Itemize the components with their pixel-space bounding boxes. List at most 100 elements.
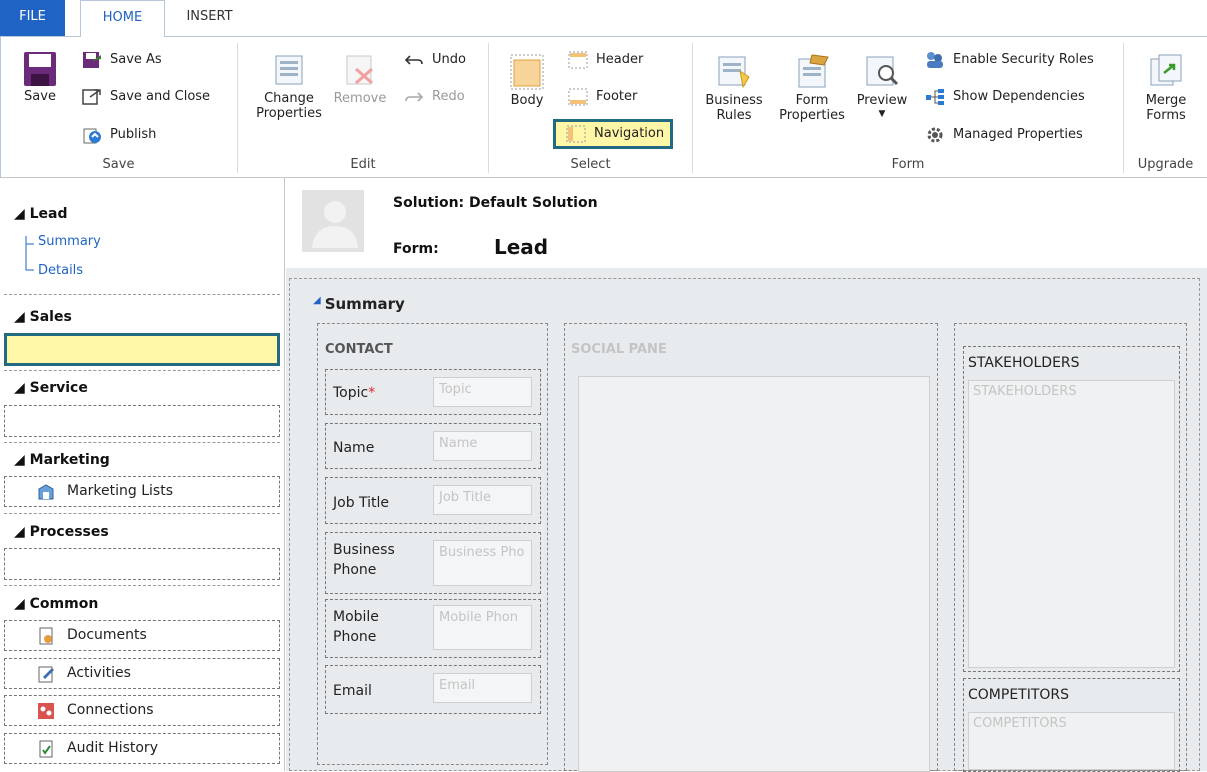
form-navigation-pane: ◢ Lead Summary Details ◢ Sales ◢ Service… (0, 178, 285, 771)
nav-drop-slot-service[interactable] (4, 405, 280, 437)
field-mobile-phone[interactable]: Mobile Phone Mobile Phon (325, 599, 541, 658)
topic-input[interactable]: Topic (433, 377, 532, 407)
remove-button[interactable]: Remove (330, 53, 390, 106)
field-topic[interactable]: Topic* Topic (325, 369, 541, 415)
business-rules-icon (718, 56, 750, 89)
marketing-lists-icon (38, 484, 54, 500)
merge-forms-button[interactable]: Merge Forms (1132, 53, 1200, 123)
tree-connector-icon (25, 236, 34, 271)
save-as-button[interactable]: Save As (82, 48, 162, 72)
nav-group-lead[interactable]: ◢ Lead (14, 206, 68, 222)
field-name[interactable]: Name Name (325, 423, 541, 469)
save-and-close-button[interactable]: Save and Close (82, 85, 210, 109)
section-social-pane[interactable]: SOCIAL PANE (564, 323, 938, 772)
job-title-input[interactable]: Job Title (433, 485, 532, 515)
change-properties-icon (275, 55, 303, 85)
edit-group-label: Edit (350, 157, 376, 172)
redo-icon (405, 92, 424, 102)
tab-file[interactable]: FILE (0, 0, 65, 36)
connections-icon (38, 703, 54, 719)
nav-drop-slot-highlighted[interactable] (4, 333, 280, 366)
footer-icon (568, 88, 588, 106)
nav-item-connections[interactable]: Connections (4, 695, 280, 726)
section-title-contact: CONTACT (325, 342, 393, 357)
section-right-column[interactable]: STAKEHOLDERS STAKEHOLDERS COMPETITORS CO… (954, 323, 1187, 772)
preview-icon (866, 56, 899, 86)
required-asterisk: * (368, 385, 376, 401)
form-header-area: Solution: Default Solution Form: Lead (286, 178, 1207, 268)
social-pane-control[interactable] (578, 376, 930, 772)
nav-group-common[interactable]: ◢ Common (14, 596, 98, 612)
nav-link-summary[interactable]: Summary (38, 234, 101, 249)
preview-button[interactable]: Preview ▼ (852, 53, 912, 120)
redo-button[interactable]: Redo (404, 85, 465, 109)
field-business-phone[interactable]: Business Phone Business Pho (325, 532, 541, 594)
tab-title-summary[interactable]: ◢ Summary (313, 295, 405, 313)
header-icon (568, 51, 588, 69)
show-dependencies-button[interactable]: Show Dependencies (925, 85, 1085, 109)
undo-icon (404, 55, 423, 65)
navigation-icon (566, 125, 586, 143)
nav-group-sales[interactable]: ◢ Sales (14, 309, 72, 325)
save-group-label: Save (102, 157, 135, 172)
preview-dropdown-icon: ▼ (878, 109, 886, 119)
save-and-close-icon (82, 89, 101, 105)
avatar (302, 190, 364, 252)
footer-button[interactable]: Footer (568, 85, 637, 109)
save-icon (24, 52, 56, 86)
change-properties-button[interactable]: Change Properties (254, 53, 324, 121)
documents-icon (39, 627, 53, 645)
nav-item-documents[interactable]: Documents (4, 620, 280, 651)
form-editor-canvas: Solution: Default Solution Form: Lead ◢ S… (286, 178, 1207, 772)
section-contact[interactable]: CONTACT Topic* Topic Name Name Job Title… (317, 323, 548, 765)
tab-insert[interactable]: INSERT (172, 0, 247, 36)
remove-icon (346, 55, 373, 85)
merge-forms-icon (1150, 54, 1182, 86)
nav-group-processes[interactable]: ◢ Processes (14, 524, 109, 540)
nav-group-marketing[interactable]: ◢ Marketing (14, 452, 110, 468)
form-name: Lead (494, 235, 549, 259)
tab-home[interactable]: HOME (80, 0, 165, 37)
field-email[interactable]: Email Email (325, 665, 541, 714)
managed-properties-button[interactable]: Managed Properties (925, 123, 1083, 147)
field-job-title[interactable]: Job Title Job Title (325, 477, 541, 524)
select-group-label: Select (570, 157, 611, 172)
show-dependencies-icon (926, 89, 944, 105)
nav-item-marketing-lists[interactable]: Marketing Lists (4, 476, 280, 507)
email-input[interactable]: Email (433, 673, 532, 703)
business-rules-button[interactable]: Business Rules (699, 53, 769, 123)
ribbon-tab-bar: FILE HOME INSERT (0, 0, 1207, 37)
ribbon: Save Save As Save and Close Publish Save… (0, 36, 1207, 178)
person-placeholder-icon (302, 190, 364, 252)
stakeholders-grid[interactable]: STAKEHOLDERS (968, 380, 1175, 668)
nav-drop-slot-processes[interactable] (4, 548, 280, 580)
subgrid-competitors[interactable]: COMPETITORS COMPETITORS (963, 678, 1180, 772)
name-input[interactable]: Name (433, 431, 532, 461)
upgrade-group-label: Upgrade (1137, 157, 1194, 172)
form-properties-button[interactable]: Form Properties (774, 53, 850, 123)
subgrid-stakeholders[interactable]: STAKEHOLDERS STAKEHOLDERS (963, 346, 1180, 672)
collapse-caret-icon: ◢ (313, 295, 321, 306)
competitors-grid[interactable]: COMPETITORS (968, 712, 1175, 770)
nav-link-details[interactable]: Details (38, 263, 83, 278)
business-phone-input[interactable]: Business Pho (433, 540, 532, 586)
navigation-button[interactable]: Navigation (552, 119, 674, 149)
save-button[interactable]: Save (14, 51, 66, 104)
section-title-social-pane: SOCIAL PANE (571, 342, 667, 357)
form-properties-icon (798, 54, 829, 88)
nav-item-activities[interactable]: Activities (4, 658, 280, 689)
enable-security-roles-button[interactable]: Enable Security Roles (925, 48, 1094, 72)
publish-button[interactable]: Publish (82, 123, 156, 147)
nav-group-service[interactable]: ◢ Service (14, 380, 88, 396)
gear-icon (927, 127, 943, 143)
publish-icon (83, 128, 101, 144)
header-button[interactable]: Header (568, 48, 643, 72)
activities-icon (38, 666, 54, 683)
body-button[interactable]: Body (504, 53, 550, 108)
nav-item-audit-history[interactable]: Audit History (4, 733, 280, 764)
undo-button[interactable]: Undo (404, 48, 466, 72)
mobile-phone-input[interactable]: Mobile Phon (433, 605, 532, 650)
save-as-icon (83, 52, 101, 68)
security-roles-icon (927, 52, 943, 68)
form-group-label: Form (891, 157, 925, 172)
